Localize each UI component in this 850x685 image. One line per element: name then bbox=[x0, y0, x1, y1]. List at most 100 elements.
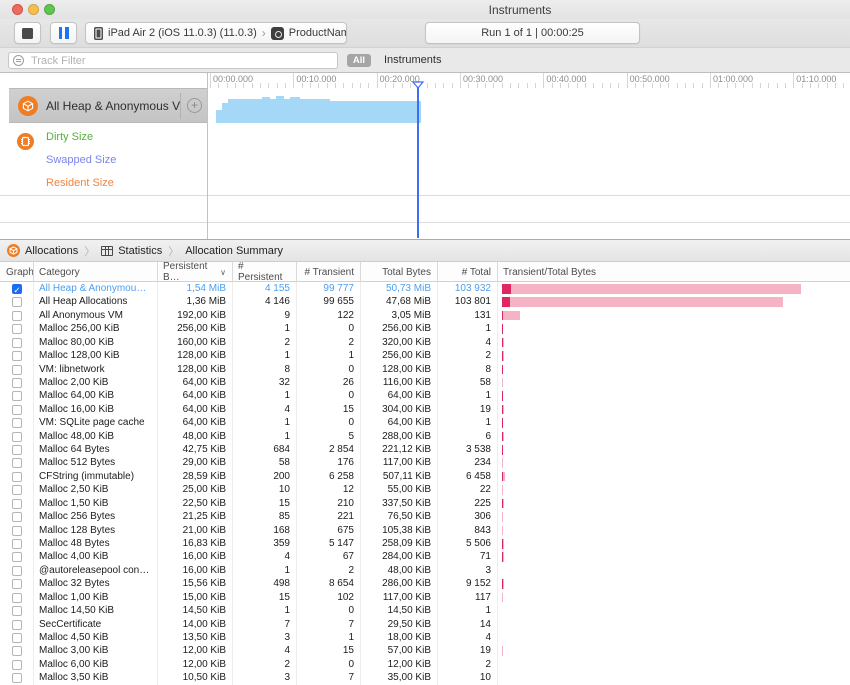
graph-checkbox[interactable] bbox=[12, 646, 22, 656]
pause-icon bbox=[59, 27, 69, 39]
stop-button[interactable] bbox=[14, 22, 41, 44]
graph-checkbox[interactable] bbox=[12, 660, 22, 670]
breadcrumb-statistics[interactable]: Statistics bbox=[101, 245, 162, 257]
table-row[interactable]: Malloc 1,00 KiB15,00 KiB15102117,00 KiB1… bbox=[0, 591, 850, 604]
cell--transient: 8 654 bbox=[296, 577, 360, 590]
pause-button[interactable] bbox=[50, 22, 77, 44]
cell-total-bytes: 14,50 KiB bbox=[360, 604, 437, 617]
graph-checkbox[interactable] bbox=[12, 552, 22, 562]
table-row[interactable]: Malloc 2,50 KiB25,00 KiB101255,00 KiB22 bbox=[0, 483, 850, 496]
table-row[interactable]: Malloc 128,00 KiB128,00 KiB11256,00 KiB2 bbox=[0, 349, 850, 362]
graph-checkbox[interactable] bbox=[12, 432, 22, 442]
track-filter-input[interactable] bbox=[8, 52, 338, 69]
table-row[interactable]: Malloc 2,00 KiB64,00 KiB3226116,00 KiB58 bbox=[0, 376, 850, 389]
playhead[interactable] bbox=[417, 85, 419, 238]
graph-checkbox[interactable] bbox=[12, 338, 22, 348]
scope-all-badge[interactable]: All bbox=[347, 54, 371, 67]
graph-checkbox[interactable] bbox=[12, 472, 22, 482]
graph-checkbox[interactable] bbox=[12, 365, 22, 375]
graph-checkbox[interactable] bbox=[12, 378, 22, 388]
graph-checkbox[interactable] bbox=[12, 673, 22, 683]
graph-checkbox[interactable] bbox=[12, 391, 22, 401]
table-row[interactable]: Malloc 256 Bytes21,25 KiB8522176,50 KiB3… bbox=[0, 510, 850, 523]
graph-checkbox[interactable] bbox=[12, 620, 22, 630]
column-header--total[interactable]: # Total bbox=[437, 262, 497, 282]
graph-checkbox[interactable] bbox=[12, 445, 22, 455]
graph-checkbox[interactable] bbox=[12, 351, 22, 361]
graph-checkbox[interactable] bbox=[12, 485, 22, 495]
table-row[interactable]: Malloc 6,00 KiB12,00 KiB2012,00 KiB2 bbox=[0, 658, 850, 671]
close-button[interactable] bbox=[12, 4, 23, 15]
table-row[interactable]: Malloc 48,00 KiB48,00 KiB15288,00 KiB6 bbox=[0, 430, 850, 443]
table-row[interactable]: @autoreleasepool content16,00 KiB1248,00… bbox=[0, 564, 850, 577]
cell--transient: 0 bbox=[296, 604, 360, 617]
table-row[interactable]: Malloc 128 Bytes21,00 KiB168675105,38 Ki… bbox=[0, 524, 850, 537]
add-lane-button[interactable]: + bbox=[187, 98, 202, 113]
table-row[interactable]: VM: SQLite page cache64,00 KiB1064,00 Ki… bbox=[0, 416, 850, 429]
breadcrumb-allocations[interactable]: Allocations bbox=[0, 244, 78, 257]
breadcrumb-chevron-icon: 〉 bbox=[168, 243, 179, 259]
graph-checkbox[interactable] bbox=[12, 606, 22, 616]
table-row[interactable]: SecCertificate14,00 KiB7729,50 KiB14 bbox=[0, 618, 850, 631]
graph-checkbox[interactable] bbox=[12, 593, 22, 603]
lane-label-swapped-size[interactable]: Swapped Size bbox=[46, 154, 116, 166]
table-row[interactable]: Malloc 80,00 KiB160,00 KiB22320,00 KiB4 bbox=[0, 336, 850, 349]
graph-checkbox[interactable] bbox=[12, 499, 22, 509]
cell--persistent: 684 bbox=[232, 443, 296, 456]
table-row[interactable]: Malloc 32 Bytes15,56 KiB4988 654286,00 K… bbox=[0, 577, 850, 590]
graph-checkbox[interactable] bbox=[12, 311, 22, 321]
breadcrumb-allocation-summary[interactable]: Allocation Summary bbox=[185, 245, 283, 257]
graph-checkbox[interactable] bbox=[12, 418, 22, 428]
graph-checkbox[interactable] bbox=[12, 297, 22, 307]
table-row[interactable]: Malloc 3,50 KiB10,50 KiB3735,00 KiB10 bbox=[0, 671, 850, 684]
table-row[interactable]: Malloc 3,00 KiB12,00 KiB41557,00 KiB19 bbox=[0, 644, 850, 657]
table-row[interactable]: Malloc 1,50 KiB22,50 KiB15210337,50 KiB2… bbox=[0, 497, 850, 510]
column-header--transient[interactable]: # Transient bbox=[296, 262, 360, 282]
table-row[interactable]: Malloc 4,50 KiB13,50 KiB3118,00 KiB4 bbox=[0, 631, 850, 644]
graph-checkbox[interactable] bbox=[12, 566, 22, 576]
cell-total-bytes: 337,50 KiB bbox=[360, 497, 437, 510]
table-row[interactable]: All Heap Allocations1,36 MiB4 14699 6554… bbox=[0, 295, 850, 308]
graph-checkbox[interactable] bbox=[12, 539, 22, 549]
column-header-transient-total-bytes[interactable]: Transient/Total Bytes bbox=[497, 262, 850, 282]
zoom-button[interactable] bbox=[44, 4, 55, 15]
table-row[interactable]: CFString (immutable)28,59 KiB2006 258507… bbox=[0, 470, 850, 483]
table-row[interactable]: Malloc 48 Bytes16,83 KiB3595 147258,09 K… bbox=[0, 537, 850, 550]
lane-label-dirty-size[interactable]: Dirty Size bbox=[46, 131, 93, 143]
graph-checkbox[interactable] bbox=[12, 405, 22, 415]
table-row[interactable]: Malloc 14,50 KiB14,50 KiB1014,50 KiB1 bbox=[0, 604, 850, 617]
graph-checkbox[interactable]: ✓ bbox=[12, 284, 22, 294]
column-header-total-bytes[interactable]: Total Bytes bbox=[360, 262, 437, 282]
table-row[interactable]: Malloc 16,00 KiB64,00 KiB415304,00 KiB19 bbox=[0, 403, 850, 416]
graph-checkbox[interactable] bbox=[12, 633, 22, 643]
table-row[interactable]: Malloc 4,00 KiB16,00 KiB467284,00 KiB71 bbox=[0, 550, 850, 563]
target-selector[interactable]: iPad Air 2 (iOS 11.0.3) (11.0.3) › Produ… bbox=[85, 22, 347, 44]
track-all-heap-anonymous-vm[interactable]: All Heap & Anonymous VM + bbox=[9, 88, 207, 123]
cell--total: 14 bbox=[437, 618, 497, 631]
playhead-handle-icon[interactable] bbox=[412, 81, 424, 89]
graph-checkbox[interactable] bbox=[12, 512, 22, 522]
graph-checkbox[interactable] bbox=[12, 526, 22, 536]
column-header--persistent[interactable]: # Persistent bbox=[232, 262, 296, 282]
sidebar-timeline-divider[interactable] bbox=[207, 73, 208, 239]
table-row[interactable]: Malloc 512 Bytes29,00 KiB58176117,00 KiB… bbox=[0, 456, 850, 469]
table-row[interactable]: Malloc 256,00 KiB256,00 KiB10256,00 KiB1 bbox=[0, 322, 850, 335]
lane-label-resident-size[interactable]: Resident Size bbox=[46, 177, 114, 189]
column-header-category[interactable]: Category bbox=[33, 262, 157, 282]
run-info-button[interactable]: Run 1 of 1 | 00:00:25 bbox=[425, 22, 640, 44]
transient-total-bar bbox=[502, 351, 503, 361]
cell--transient: 26 bbox=[296, 376, 360, 389]
column-header-persistent-b-[interactable]: Persistent B…∨ bbox=[157, 262, 232, 282]
column-header-graph[interactable]: Graph bbox=[0, 262, 33, 282]
graph-checkbox[interactable] bbox=[12, 579, 22, 589]
table-row[interactable]: ✓All Heap & Anonymous VM1,54 MiB4 15599 … bbox=[0, 282, 850, 295]
table-row[interactable]: Malloc 64 Bytes42,75 KiB6842 854221,12 K… bbox=[0, 443, 850, 456]
cell--persistent: 10 bbox=[232, 483, 296, 496]
table-row[interactable]: Malloc 64,00 KiB64,00 KiB1064,00 KiB1 bbox=[0, 389, 850, 402]
chevron-right-icon: › bbox=[262, 26, 266, 40]
graph-checkbox[interactable] bbox=[12, 324, 22, 334]
table-row[interactable]: VM: libnetwork128,00 KiB80128,00 KiB8 bbox=[0, 363, 850, 376]
table-row[interactable]: All Anonymous VM192,00 KiB91223,05 MiB13… bbox=[0, 309, 850, 322]
minimize-button[interactable] bbox=[28, 4, 39, 15]
graph-checkbox[interactable] bbox=[12, 458, 22, 468]
